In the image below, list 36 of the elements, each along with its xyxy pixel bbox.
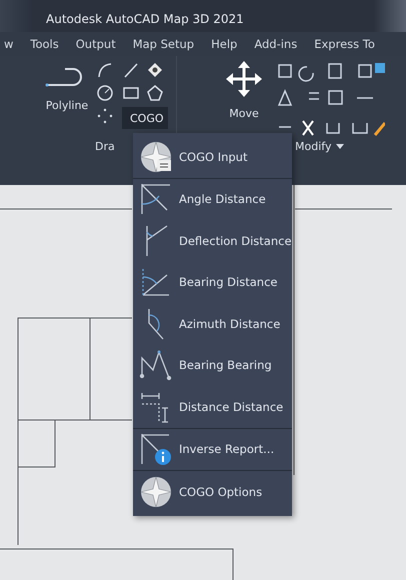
modify-tools-drawing[interactable] (275, 61, 385, 139)
menu-item[interactable]: Deflection Distance (133, 220, 292, 262)
panel-label: Dra (95, 140, 115, 153)
points-icon[interactable] (96, 107, 114, 125)
cogo-button[interactable]: COGO (122, 107, 168, 129)
zigzag-icon (139, 348, 173, 382)
menu-item[interactable]: Angle Distance (133, 178, 292, 220)
compass-icon (139, 140, 173, 174)
panel-label: Modify (295, 140, 332, 153)
line-icon[interactable] (122, 61, 140, 79)
pentagon-icon[interactable] (146, 84, 164, 102)
info-icon (139, 432, 173, 466)
ribbon-tab[interactable]: w (4, 37, 14, 51)
arc-icon[interactable] (96, 61, 114, 79)
circle-icon[interactable] (96, 84, 114, 102)
move-icon[interactable] (226, 61, 262, 97)
menu-item[interactable]: Bearing Bearing (133, 344, 292, 386)
move-label: Move (229, 107, 259, 120)
ribbon-tab[interactable]: Help (211, 37, 238, 51)
ribbon-tab[interactable]: Output (76, 37, 116, 51)
menu-item[interactable]: Bearing Distance (133, 262, 292, 303)
ribbon-tab[interactable]: Map Setup (132, 37, 194, 51)
menu-item[interactable]: Inverse Report... (133, 428, 292, 471)
polyline-label: Polyline (46, 99, 88, 112)
menu-item[interactable]: Azimuth Distance (133, 303, 292, 344)
window-title: Autodesk AutoCAD Map 3D 2021 (45, 11, 245, 28)
angle-icon (139, 182, 173, 216)
menu-item[interactable]: COGO Input (133, 136, 292, 178)
caret-icon[interactable] (336, 144, 344, 150)
menu-item[interactable]: COGO Options (133, 471, 292, 512)
menu-item[interactable]: Distance Distance (133, 386, 292, 428)
ribbon-tab[interactable]: Add-ins (254, 37, 298, 51)
ribbon-tab[interactable]: Express To (314, 37, 375, 51)
compass-icon (139, 474, 173, 509)
ribbon-tab[interactable]: Tools (30, 37, 59, 51)
diamond-icon[interactable] (146, 61, 164, 79)
